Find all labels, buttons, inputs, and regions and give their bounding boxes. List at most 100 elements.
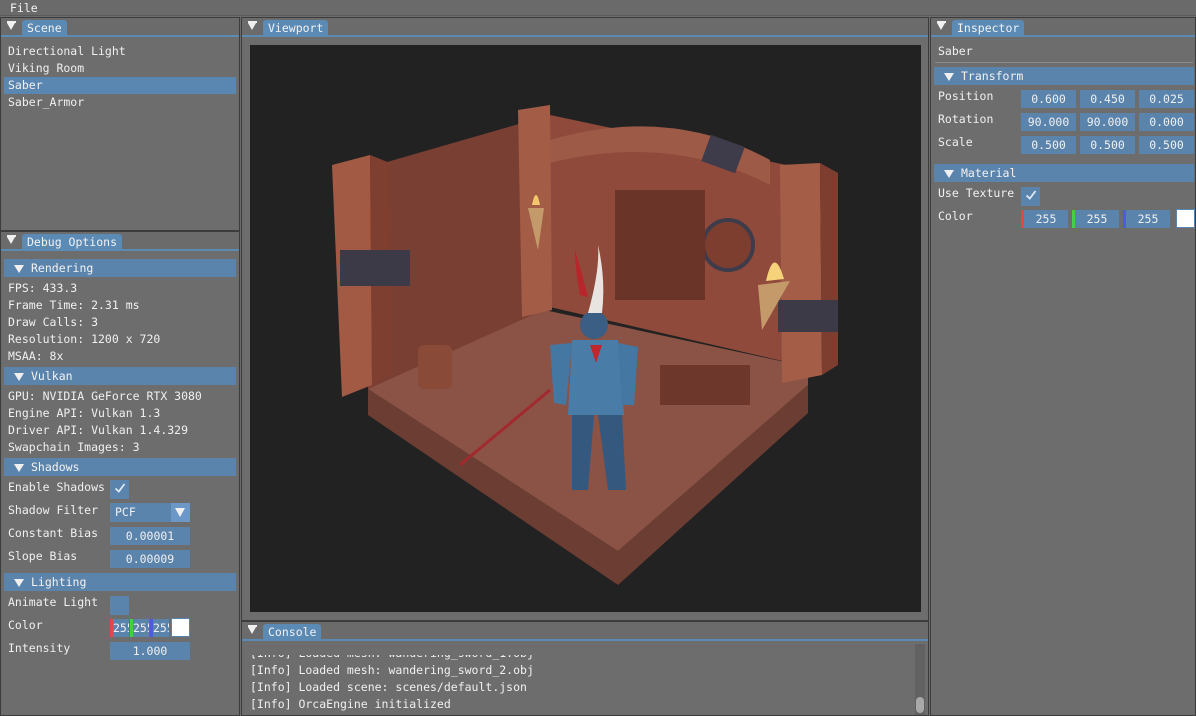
wall-shield — [701, 218, 755, 272]
material-color-r-input[interactable]: 255 — [1021, 210, 1068, 228]
console-panel-tab[interactable]: Console — [263, 624, 322, 640]
light-color-label: Color — [8, 618, 43, 632]
scene-item-directional-light[interactable]: Directional Light — [4, 43, 236, 60]
scene-render — [332, 105, 838, 585]
debug-panel-titlebar: Debug Options — [1, 232, 239, 251]
collapse-icon[interactable] — [936, 21, 946, 30]
expand-arrow-icon — [14, 265, 24, 273]
section-material-label: Material — [961, 166, 1017, 180]
use-texture-checkbox[interactable] — [1021, 187, 1040, 206]
resolution-text: Resolution: 1200 x 720 — [8, 332, 161, 346]
rotation-x-input[interactable]: 90.000 — [1021, 113, 1076, 131]
use-texture-label: Use Texture — [938, 186, 1015, 200]
expand-arrow-icon — [14, 373, 24, 381]
expand-arrow-icon — [14, 579, 24, 587]
expand-arrow-icon — [944, 170, 954, 178]
material-color-swatch[interactable] — [1176, 209, 1195, 228]
console-panel: Console [Info] Loaded mesh: wandering_sw… — [241, 621, 929, 716]
inspector-panel-titlebar: Inspector — [931, 18, 1195, 37]
console-scrollbar[interactable] — [915, 644, 925, 715]
inspector-panel: Inspector Saber Transform Position 0.600… — [930, 17, 1196, 716]
frame-time-text: Frame Time: 2.31 ms — [8, 298, 140, 312]
menubar: File — [0, 0, 1196, 16]
menu-file[interactable]: File — [10, 0, 38, 16]
scene-item-viking-room[interactable]: Viking Room — [4, 60, 236, 77]
light-color-r-input[interactable]: 255 — [110, 619, 129, 637]
constant-bias-input[interactable]: 0.00001 — [110, 527, 190, 545]
right-wall-band — [778, 300, 838, 332]
rotation-z-input[interactable]: 0.000 — [1139, 113, 1194, 131]
shadow-filter-dropdown[interactable]: PCF — [110, 503, 190, 522]
section-transform[interactable]: Transform — [934, 67, 1194, 85]
rotation-y-input[interactable]: 90.000 — [1080, 113, 1135, 131]
animate-light-label: Animate Light — [8, 595, 99, 609]
right-pillar-side — [820, 163, 838, 375]
enable-shadows-checkbox[interactable] — [110, 480, 129, 499]
light-color-b-input[interactable]: 255 — [150, 619, 169, 637]
shadow-filter-label: Shadow Filter — [8, 503, 99, 517]
entity-name-underline — [935, 62, 1193, 63]
section-vulkan[interactable]: Vulkan — [4, 367, 236, 385]
checkmark-icon — [1025, 190, 1037, 200]
engine-api-text: Engine API: Vulkan 1.3 — [8, 406, 161, 420]
rotation-label: Rotation — [938, 112, 994, 126]
position-x-input[interactable]: 0.600 — [1021, 90, 1076, 108]
section-rendering[interactable]: Rendering — [4, 259, 236, 277]
scene-item-saber-armor[interactable]: Saber_Armor — [4, 94, 236, 111]
viewport-panel: Viewport — [241, 17, 929, 621]
scene-item-saber[interactable]: Saber — [4, 77, 236, 94]
section-lighting[interactable]: Lighting — [4, 573, 236, 591]
scene-panel-tab[interactable]: Scene — [22, 20, 67, 36]
light-color-swatch[interactable] — [171, 618, 190, 637]
section-shadows-label: Shadows — [31, 460, 80, 474]
slope-bias-input[interactable]: 0.00009 — [110, 550, 190, 568]
scene-panel-titlebar: Scene — [1, 18, 239, 37]
chevron-down-icon — [175, 508, 185, 517]
fps-text: FPS: 433.3 — [8, 281, 78, 295]
expand-arrow-icon — [14, 464, 24, 472]
material-color-g-input[interactable]: 255 — [1072, 210, 1119, 228]
viewport-render-area[interactable] — [250, 45, 921, 612]
section-shadows[interactable]: Shadows — [4, 458, 236, 476]
collapse-icon[interactable] — [247, 21, 257, 30]
viewport-panel-tab[interactable]: Viewport — [263, 20, 329, 36]
animate-light-checkbox[interactable] — [110, 596, 129, 615]
material-color-b-input[interactable]: 255 — [1123, 210, 1170, 228]
right-pillar — [780, 163, 822, 383]
intensity-input[interactable]: 1.000 — [110, 642, 190, 660]
intensity-label: Intensity — [8, 641, 71, 655]
entity-name: Saber — [938, 44, 973, 58]
constant-bias-label: Constant Bias — [8, 526, 99, 540]
console-scrollbar-thumb[interactable] — [916, 697, 924, 713]
section-material[interactable]: Material — [934, 164, 1194, 182]
collapse-icon[interactable] — [6, 21, 16, 30]
collapse-icon[interactable] — [247, 625, 257, 634]
shelf — [615, 190, 705, 300]
section-transform-label: Transform — [961, 69, 1024, 83]
msaa-text: MSAA: 8x — [8, 349, 64, 363]
scale-label: Scale — [938, 135, 973, 149]
position-label: Position — [938, 89, 994, 103]
scale-x-input[interactable]: 0.500 — [1021, 136, 1076, 154]
checkmark-icon — [114, 483, 126, 493]
scale-z-input[interactable]: 0.500 — [1139, 136, 1194, 154]
inspector-panel-tab[interactable]: Inspector — [952, 20, 1025, 36]
collapse-icon[interactable] — [6, 235, 16, 244]
debug-panel-tab[interactable]: Debug Options — [22, 234, 123, 250]
gpu-text: GPU: NVIDIA GeForce RTX 3080 — [8, 389, 202, 403]
console-panel-titlebar: Console — [242, 622, 928, 641]
debug-options-panel: Debug Options Rendering FPS: 433.3 Frame… — [0, 231, 240, 716]
barrel-left — [418, 345, 452, 389]
material-color-label: Color — [938, 209, 973, 223]
scale-y-input[interactable]: 0.500 — [1080, 136, 1135, 154]
position-y-input[interactable]: 0.450 — [1080, 90, 1135, 108]
section-vulkan-label: Vulkan — [31, 369, 73, 383]
position-z-input[interactable]: 0.025 — [1139, 90, 1194, 108]
left-wall-band — [340, 250, 410, 286]
light-color-g-input[interactable]: 255 — [130, 619, 149, 637]
dropdown-button[interactable] — [171, 503, 190, 522]
swapchain-text: Swapchain Images: 3 — [8, 440, 140, 454]
slope-bias-label: Slope Bias — [8, 549, 78, 563]
console-line: [Info] Loaded mesh: wandering_sword_2.ob… — [250, 663, 534, 677]
section-lighting-label: Lighting — [31, 575, 87, 589]
